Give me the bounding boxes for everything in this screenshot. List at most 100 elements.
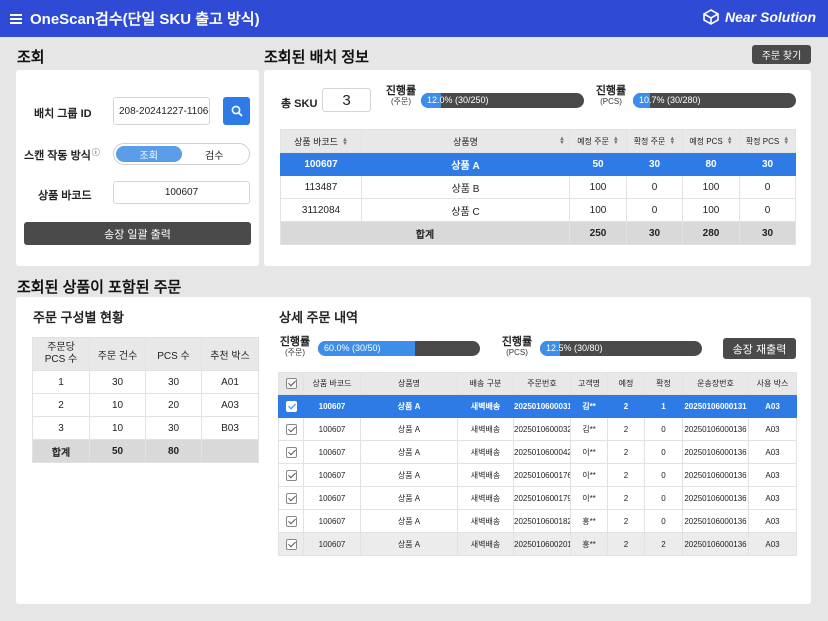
detail-col-customer: 고객명 [570,372,608,395]
row-checkbox[interactable] [285,446,297,458]
batch-group-label: 배치 그룹 ID [34,108,92,120]
batch-progress-pcs-label: 진행률 (PCS) [590,85,632,106]
detail-cell-name: 상품 A [360,440,458,464]
row-select[interactable] [278,394,304,418]
scan-mode-option-inspect[interactable]: 검수 [182,146,248,162]
batch-col-plan-pcs-text: 예정 PCS [689,136,723,146]
lookup-title: 조회 [17,49,45,66]
detail-cell-plan: 2 [607,509,645,533]
orders-section-title: 조회된 상품이 포함된 주문 [17,279,182,296]
detail-cell-shipping: 새벽배송 [457,394,514,418]
detail-cell-confirm: 0 [644,440,683,464]
row-checkbox[interactable] [285,515,297,527]
row-select[interactable] [278,509,304,533]
detail-cell-shipping: 새벽배송 [457,440,514,464]
batch-cell-plan-pcs: 80 [682,152,740,176]
detail-cell-name: 상품 A [360,394,458,418]
row-select[interactable] [278,532,304,556]
detail-cell-shipping: 새벽배송 [457,463,514,487]
row-checkbox[interactable] [285,400,297,412]
detail-cell-confirm: 1 [644,394,683,418]
reprint-invoice-button[interactable]: 송장 재출력 [723,338,796,359]
detail-col-plan: 예정 [607,372,645,395]
batch-cell-barcode: 100607 [280,152,362,176]
batch-cell-plan-pcs: 100 [682,198,740,222]
detail-progress-order-sub: (주문) [284,347,306,357]
find-order-button[interactable]: 주문 찾기 [752,45,811,64]
sort-icon[interactable]: ▲ ▼ [727,136,733,146]
sort-icon[interactable]: ▲ ▼ [783,136,789,146]
row-checkbox[interactable] [285,469,297,481]
menu-icon[interactable] [10,13,23,24]
select-all-checkbox[interactable] [285,378,297,389]
detail-cell-name: 상품 A [360,509,458,533]
comp-cell-order-count: 10 [89,416,146,440]
batch-progress-order-sub: (주문) [390,96,412,106]
batch-col-name[interactable]: 상품명 ▲ ▼ [361,129,570,153]
detail-cell-barcode: 100607 [303,486,361,510]
batch-col-plan-pcs[interactable]: 예정 PCS ▲ ▼ [682,129,740,153]
detail-cell-order-no: 2025010600032 [513,417,571,441]
row-select[interactable] [278,486,304,510]
detail-cell-customer: 이** [570,486,608,510]
detail-table-row[interactable]: 100607 상품 A 새벽배송 2025010600176 이** 2 0 20250106… [278,463,797,487]
detail-progress-pcs-label-text: 진행률 [501,336,533,348]
detail-cell-box: A03 [748,532,797,556]
detail-cell-order-no: 2025010600031 [513,394,571,418]
scan-mode-toggle[interactable]: 조회 검수 [113,143,250,165]
detail-progress-pcs-text: 12.5% (30/80) [546,343,603,353]
detail-cell-barcode: 100607 [303,417,361,441]
row-select[interactable] [278,417,304,441]
detail-cell-box: A03 [748,463,797,487]
row-checkbox[interactable] [285,423,297,435]
batch-table-row[interactable]: 3112084 상품 C 100 0 100 0 [280,198,796,222]
detail-title: 상세 주문 내역 [279,310,358,325]
detail-col-name: 상품명 [360,372,458,395]
barcode-input[interactable]: 100607 [113,181,250,204]
detail-col-box: 사용 박스 [748,372,797,395]
detail-cell-customer: 이** [570,440,608,464]
comp-cell-box: B03 [201,416,259,440]
composition-table: 주문당 PCS 수 주문 건수 PCS 수 추천 박스 1 30 30 A01 2 10 2… [32,337,259,463]
print-all-invoices-button[interactable]: 송장 일괄 출력 [24,222,251,245]
detail-table-row[interactable]: 100607 상품 A 새벽배송 2025010600201 홍** 2 2 20250106… [278,532,797,556]
detail-table-row[interactable]: 100607 상품 A 새벽배송 2025010600042 이** 2 0 20250106… [278,440,797,464]
row-checkbox[interactable] [285,538,297,550]
brand-name: Near Solution [724,9,816,25]
sort-icon[interactable]: ▲ ▼ [559,136,565,146]
detail-cell-waybill: 20250106000136 [682,509,749,533]
detail-cell-order-no: 2025010600042 [513,440,571,464]
detail-table: 상품 바코드 상품명 배송 구분 주문번호 고객명 예정 확정 운송장번호 사용… [278,372,797,556]
search-button[interactable] [223,97,250,125]
row-select[interactable] [278,463,304,487]
search-icon [231,105,243,117]
detail-cell-waybill: 20250106000131 [682,394,749,418]
composition-row: 2 10 20 A03 [32,393,259,417]
batch-group-input[interactable]: 208-20241227-1106-5 [113,97,210,125]
batch-cell-name: 상품 A [361,152,570,176]
row-select[interactable] [278,440,304,464]
sort-icon[interactable]: ▲ ▼ [613,136,619,146]
batch-table-row[interactable]: 100607 상품 A 50 30 80 30 [280,152,796,176]
batch-progress-order-text: 12.0% (30/250) [427,95,489,105]
scan-mode-option-lookup[interactable]: 조회 [116,146,182,162]
batch-col-conf-order[interactable]: 확정 주문 ▲ ▼ [626,129,683,153]
detail-table-row[interactable]: 100607 상품 A 새벽배송 2025010600179 이** 2 0 20250106… [278,486,797,510]
detail-cell-name: 상품 A [360,486,458,510]
batch-cell-name: 상품 C [361,198,570,222]
detail-cell-plan: 2 [607,532,645,556]
sort-icon[interactable]: ▲ ▼ [669,136,675,146]
detail-select-all[interactable] [278,372,304,395]
batch-table-row[interactable]: 113487 상품 B 100 0 100 0 [280,175,796,199]
detail-table-row[interactable]: 100607 상품 A 새벽배송 2025010600031 김** 2 1 20250106… [278,394,797,418]
batch-col-plan-order[interactable]: 예정 주문 ▲ ▼ [569,129,627,153]
detail-table-row[interactable]: 100607 상품 A 새벽배송 2025010600032 김** 2 0 20250106… [278,417,797,441]
row-checkbox[interactable] [285,492,297,504]
sort-icon[interactable]: ▲ ▼ [342,137,348,147]
info-icon[interactable]: ⓘ [92,148,100,157]
detail-cell-plan: 2 [607,394,645,418]
detail-table-row[interactable]: 100607 상품 A 새벽배송 2025010600182 홍** 2 0 20250106… [278,509,797,533]
scan-mode-label: 스캔 작동 방식ⓘ [24,147,100,163]
batch-col-conf-pcs[interactable]: 확정 PCS ▲ ▼ [739,129,796,153]
batch-col-barcode[interactable]: 상품 바코드 ▲ ▼ [280,129,362,153]
